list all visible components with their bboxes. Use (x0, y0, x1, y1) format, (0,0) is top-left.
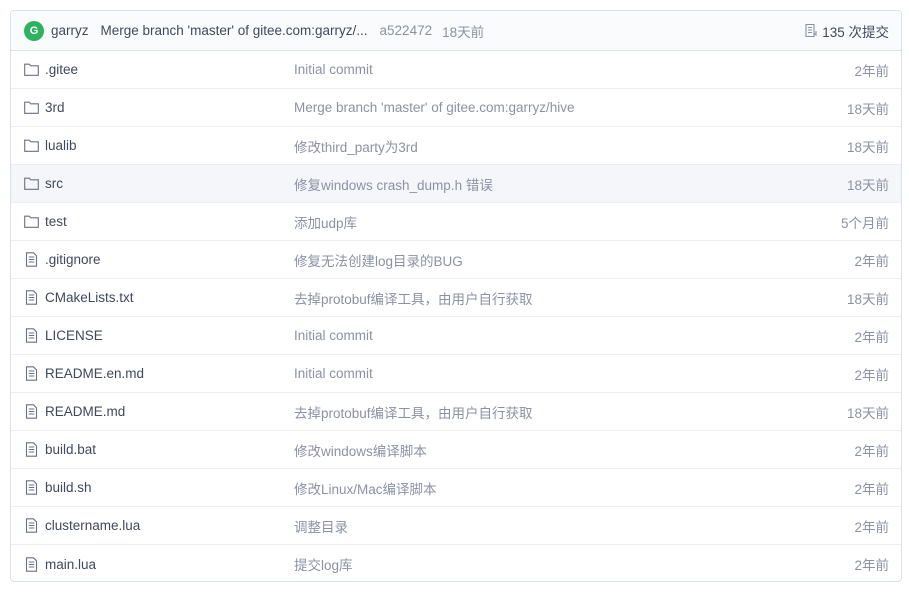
file-icon (25, 556, 38, 572)
file-row[interactable]: LICENSE Initial commit 2年前 (11, 317, 901, 355)
commit-time: 18天前 (846, 177, 889, 193)
file-name: main.lua (45, 556, 97, 572)
commit-time: 2年前 (854, 63, 889, 79)
commit-list-icon (805, 23, 817, 38)
file-name: test (45, 214, 67, 229)
file-name: README.en.md (45, 366, 145, 381)
folder-icon (24, 101, 39, 114)
file-name-link[interactable]: clustername.lua (24, 518, 294, 533)
file-name-link[interactable]: build.sh (24, 480, 294, 495)
file-name-link[interactable]: test (24, 214, 294, 229)
file-name-link[interactable]: .gitignore (24, 252, 294, 267)
file-name: README.md (45, 404, 126, 419)
commit-message-link[interactable]: Initial commit (294, 328, 854, 343)
file-row[interactable]: .gitignore 修复无法创建log目录的BUG 2年前 (11, 241, 901, 279)
commit-time: 2年前 (854, 253, 889, 269)
file-name: .gitee (45, 62, 79, 77)
file-row[interactable]: .gitee Initial commit 2年前 (11, 51, 901, 89)
file-list: G garryz Merge branch 'master' of gitee.… (10, 10, 902, 582)
file-name-link[interactable]: 3rd (24, 100, 294, 115)
commit-message-link[interactable]: Merge branch 'master' of gitee.com:garry… (101, 23, 368, 38)
commit-time: 2年前 (854, 329, 889, 345)
commit-time: 18天前 (846, 291, 889, 307)
folder-icon (24, 139, 39, 152)
commit-time: 5个月前 (840, 215, 889, 231)
commits-count-link[interactable]: 135 次提交 (804, 21, 889, 41)
file-name-link[interactable]: main.lua (24, 557, 294, 572)
file-name-link[interactable]: .gitee (24, 62, 294, 77)
commit-message-link[interactable]: 修改windows编译脚本 (294, 440, 854, 460)
file-row[interactable]: test 添加udp库 5个月前 (11, 203, 901, 241)
commit-message-link[interactable]: 修改Linux/Mac编译脚本 (294, 478, 854, 498)
commit-time: 2年前 (854, 519, 889, 535)
commit-message-link[interactable]: 调整目录 (294, 516, 854, 536)
commit-message-link[interactable]: Initial commit (294, 366, 854, 381)
commit-time: 18天前 (442, 24, 485, 40)
file-row[interactable]: 3rd Merge branch 'master' of gitee.com:g… (11, 89, 901, 127)
commit-message-link[interactable]: 去掉protobuf编译工具，由用户自行获取 (294, 402, 847, 422)
file-row[interactable]: lualib 修改third_party为3rd 18天前 (11, 127, 901, 165)
file-name-link[interactable]: src (24, 176, 294, 191)
commit-time: 18天前 (846, 101, 889, 117)
file-row[interactable]: README.en.md Initial commit 2年前 (11, 355, 901, 393)
file-name-link[interactable]: build.bat (24, 442, 294, 457)
file-name: lualib (45, 138, 77, 153)
commit-sha-link[interactable]: a522472 (380, 23, 433, 38)
commit-message-link[interactable]: 添加udp库 (294, 212, 841, 232)
file-name-link[interactable]: lualib (24, 138, 294, 153)
commit-time: 2年前 (854, 481, 889, 497)
commit-time: 18天前 (846, 405, 889, 421)
file-row[interactable]: CMakeLists.txt 去掉protobuf编译工具，由用户自行获取 18… (11, 279, 901, 317)
commit-message-link[interactable]: 修复windows crash_dump.h 错误 (294, 174, 847, 194)
file-icon (25, 404, 38, 419)
commit-message-link[interactable]: 去掉protobuf编译工具，由用户自行获取 (294, 288, 847, 308)
commit-time: 2年前 (854, 443, 889, 459)
file-name: src (45, 176, 63, 191)
file-row[interactable]: build.bat 修改windows编译脚本 2年前 (11, 431, 901, 469)
folder-icon (24, 63, 39, 76)
file-name: build.sh (45, 480, 92, 495)
file-icon (25, 518, 38, 533)
file-row[interactable]: build.sh 修改Linux/Mac编译脚本 2年前 (11, 469, 901, 507)
file-icon (25, 480, 38, 495)
file-icon (25, 252, 38, 267)
file-name-link[interactable]: CMakeLists.txt (24, 290, 294, 305)
file-name-link[interactable]: LICENSE (24, 328, 294, 343)
file-icon (25, 442, 38, 457)
file-row[interactable]: src 修复windows crash_dump.h 错误 18天前 (11, 165, 901, 203)
avatar[interactable]: G (24, 20, 44, 41)
file-name: CMakeLists.txt (45, 290, 134, 305)
commit-message-link[interactable]: 修改third_party为3rd (294, 136, 847, 156)
commit-message-link[interactable]: 修复无法创建log目录的BUG (294, 250, 854, 270)
file-name: LICENSE (45, 328, 103, 343)
folder-icon (24, 177, 39, 190)
commit-time: 2年前 (854, 558, 889, 573)
file-name-link[interactable]: README.md (24, 404, 294, 419)
folder-icon (24, 215, 39, 228)
file-name: build.bat (45, 442, 97, 457)
file-row[interactable]: main.lua 提交log库 2年前 (11, 545, 901, 581)
file-name: clustername.lua (45, 518, 141, 533)
commit-time: 2年前 (854, 367, 889, 383)
latest-commit-bar: G garryz Merge branch 'master' of gitee.… (11, 11, 901, 51)
file-icon (25, 366, 38, 381)
file-icon (25, 328, 38, 343)
commit-author-link[interactable]: garryz (51, 23, 89, 38)
file-icon (25, 290, 38, 305)
file-name: 3rd (45, 100, 65, 115)
commit-time: 18天前 (846, 139, 889, 155)
file-name: .gitignore (45, 252, 101, 267)
file-name-link[interactable]: README.en.md (24, 366, 294, 381)
file-row[interactable]: clustername.lua 调整目录 2年前 (11, 507, 901, 545)
commit-message-link[interactable]: Initial commit (294, 62, 854, 77)
file-row[interactable]: README.md 去掉protobuf编译工具，由用户自行获取 18天前 (11, 393, 901, 431)
commits-count: 135 次提交 (822, 24, 889, 40)
commit-message-link[interactable]: 提交log库 (294, 554, 854, 574)
commit-message-link[interactable]: Merge branch 'master' of gitee.com:garry… (294, 100, 847, 115)
